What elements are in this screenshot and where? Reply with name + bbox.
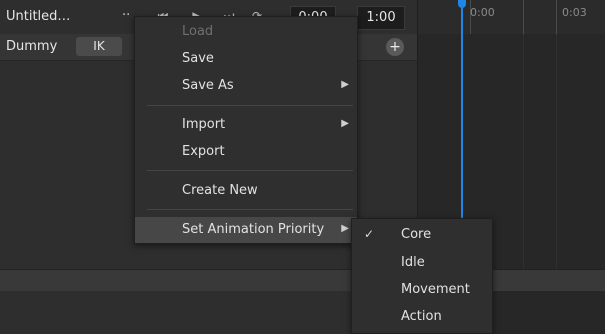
ruler-tick-label: 0:00 bbox=[470, 6, 495, 19]
menu-item-label: Export bbox=[182, 144, 225, 159]
menu-item-label: Import bbox=[182, 117, 226, 132]
submenu-arrow-icon: ▶ bbox=[341, 118, 349, 129]
playhead[interactable] bbox=[461, 0, 463, 240]
timeline-gridline bbox=[523, 34, 524, 274]
priority-item-label: Movement bbox=[401, 282, 470, 297]
animation-priority-submenu: ✓ Core Idle Movement Action bbox=[351, 218, 493, 334]
menu-separator bbox=[147, 209, 353, 210]
menu-item-export[interactable]: Export bbox=[135, 139, 357, 165]
menu-item-label: Create New bbox=[182, 183, 258, 198]
total-time-field[interactable]: 1:00 bbox=[357, 6, 405, 30]
add-track-button[interactable]: + bbox=[386, 38, 404, 56]
rig-name: Dummy bbox=[6, 39, 58, 54]
menu-item-load[interactable]: Load bbox=[135, 19, 357, 45]
menu-item-label: Load bbox=[182, 24, 214, 39]
priority-item-label: Action bbox=[401, 309, 442, 324]
menu-item-label: Set Animation Priority bbox=[182, 222, 325, 237]
priority-item-movement[interactable]: Movement bbox=[352, 276, 492, 303]
checkmark-icon: ✓ bbox=[364, 227, 375, 241]
animation-title[interactable]: Untitled… bbox=[6, 9, 70, 24]
priority-item-idle[interactable]: Idle bbox=[352, 249, 492, 276]
menu-item-save-as[interactable]: Save As ▶ bbox=[135, 73, 357, 99]
more-menu-button[interactable]: ·· bbox=[122, 8, 130, 23]
priority-item-action[interactable]: Action bbox=[352, 303, 492, 330]
priority-item-label: Core bbox=[401, 227, 432, 242]
menu-item-create-new[interactable]: Create New bbox=[135, 178, 357, 204]
ruler-tick bbox=[523, 0, 524, 34]
ruler-tick-label: 0:03 bbox=[562, 6, 587, 19]
playhead-handle[interactable] bbox=[458, 0, 466, 8]
bottom-bar bbox=[0, 269, 605, 291]
priority-item-label: Idle bbox=[401, 255, 425, 270]
menu-item-label: Save As bbox=[182, 78, 234, 93]
ruler-tick bbox=[556, 0, 557, 34]
menu-item-set-animation-priority[interactable]: Set Animation Priority ▶ bbox=[135, 217, 357, 243]
menu-separator bbox=[147, 170, 353, 171]
timeline-gridline bbox=[556, 34, 557, 274]
submenu-arrow-icon: ▶ bbox=[341, 79, 349, 90]
file-context-menu: Load Save Save As ▶ Import ▶ Export Crea… bbox=[134, 16, 358, 244]
submenu-arrow-icon: ▶ bbox=[341, 223, 349, 234]
priority-item-core[interactable]: ✓ Core bbox=[352, 221, 492, 248]
menu-item-save[interactable]: Save bbox=[135, 46, 357, 72]
menu-item-label: Save bbox=[182, 51, 214, 66]
menu-item-import[interactable]: Import ▶ bbox=[135, 112, 357, 138]
menu-separator bbox=[147, 105, 353, 106]
ik-button[interactable]: IK bbox=[76, 37, 122, 56]
